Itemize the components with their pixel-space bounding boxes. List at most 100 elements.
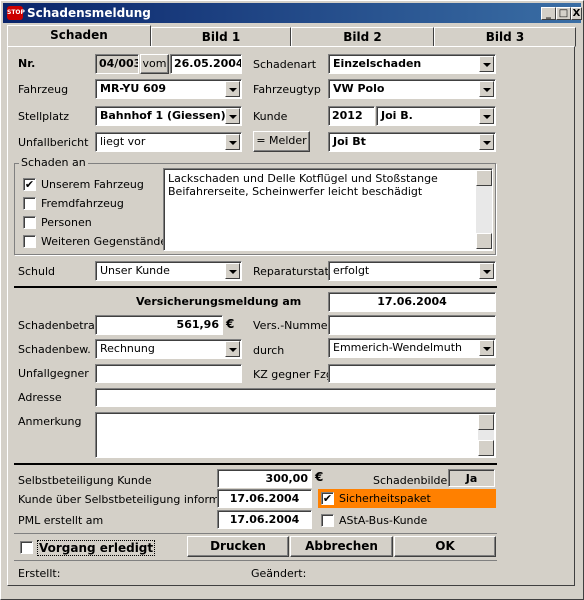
checkbox-vorgang-erledigt[interactable] <box>20 541 33 554</box>
separator-2 <box>14 463 497 465</box>
scroll-up-icon <box>478 414 494 430</box>
nr-field: 04/003 <box>95 54 139 74</box>
versnr-field[interactable] <box>328 315 496 335</box>
close-button[interactable]: X <box>571 7 582 20</box>
pml-label: PML erstellt am <box>18 514 104 527</box>
fahrzeugtyp-label: Fahrzeugtyp <box>253 83 321 96</box>
schadenbilder-label: Schadenbilder <box>373 474 452 487</box>
schuld-label: Schuld <box>18 265 56 278</box>
checkbox-unserem-fahrzeug[interactable]: ✔ <box>23 178 36 191</box>
sicherheitspaket-label: Sicherheitspaket <box>339 492 431 505</box>
anmerkung-label: Anmerkung <box>18 415 82 428</box>
personen-label: Personen <box>41 216 92 229</box>
schadenbilder-field: Ja <box>448 469 495 487</box>
unfallgegner-field[interactable] <box>95 364 242 383</box>
currency-label-2: € <box>315 470 324 484</box>
checkbox-asta[interactable] <box>321 514 334 527</box>
chevron-down-icon <box>225 81 240 97</box>
checkbox-fremdfahrzeug[interactable] <box>23 197 36 210</box>
schuld-select[interactable]: Unser Kunde <box>95 261 242 281</box>
minimize-button[interactable]: _ <box>541 7 556 20</box>
kunde-name-select[interactable]: Joi B. <box>376 106 496 126</box>
separator-3 <box>14 533 497 534</box>
unserem-fahrzeug-label: Unserem Fahrzeug <box>41 178 144 191</box>
kz-gegner-field[interactable] <box>328 364 496 383</box>
chevron-down-icon <box>479 263 494 279</box>
informiert-date-field[interactable]: 17.06.2004 <box>217 489 312 508</box>
chevron-down-icon <box>225 108 240 124</box>
tab-bild-2[interactable]: Bild 2 <box>291 27 434 47</box>
chevron-down-icon <box>479 108 494 124</box>
chevron-down-icon <box>479 134 494 150</box>
scroll-down-icon <box>476 233 492 249</box>
date-field[interactable]: 26.05.2004 <box>170 54 242 74</box>
chevron-down-icon <box>479 340 494 356</box>
schadenart-label: Schadenart <box>253 58 317 71</box>
schaden-an-label: Schaden an <box>19 156 88 169</box>
description-textarea[interactable]: Lackschaden und Delle Kotflügel und Stoß… <box>163 168 493 251</box>
schadensmeldung-window: STOP Schadensmeldung _ □ X Schaden Bild … <box>0 0 584 600</box>
abbrechen-button[interactable]: Abbrechen <box>290 536 393 557</box>
tab-bild-1[interactable]: Bild 1 <box>151 27 291 47</box>
chevron-down-icon <box>479 81 494 97</box>
versicherung-date-field[interactable]: 17.06.2004 <box>328 292 496 312</box>
anmerkung-scrollbar[interactable] <box>478 414 494 456</box>
reparaturstat-label: Reparaturstat. <box>253 265 333 278</box>
selbstbeteiligung-label: Selbstbeteiligung Kunde <box>18 474 152 487</box>
kunde-nr-field[interactable]: 2012 <box>328 106 375 126</box>
melder-button[interactable]: = Melder <box>253 131 310 152</box>
stellplatz-label: Stellplatz <box>18 110 70 123</box>
kz-gegner-label: KZ gegner Fzg <box>253 368 333 381</box>
scroll-down-icon <box>478 440 494 456</box>
fahrzeug-label: Fahrzeug <box>18 83 69 96</box>
durch-select[interactable]: Emmerich-Wendelmuth <box>328 338 496 358</box>
schadenart-select[interactable]: Einzelschaden <box>328 54 496 74</box>
informiert-label: Kunde über Selbstbeteiligung informiert <box>18 493 239 506</box>
schadenbew-select[interactable]: Rechnung <box>95 339 242 359</box>
selbstbeteiligung-field[interactable]: 300,00 <box>217 469 312 488</box>
schadenbetrag-label: Schadenbetrag <box>18 319 102 332</box>
currency-label: € <box>226 317 235 331</box>
versnr-label: Vers.-Nummer <box>253 319 333 332</box>
anmerkung-textarea[interactable] <box>95 412 496 458</box>
adresse-label: Adresse <box>18 391 62 404</box>
drucken-button[interactable]: Drucken <box>187 536 289 557</box>
erstellt-label: Erstellt: <box>18 567 61 580</box>
melder-select[interactable]: Joi Bt <box>328 132 496 152</box>
description-scrollbar[interactable] <box>476 170 492 249</box>
reparaturstat-select[interactable]: erfolgt <box>328 261 496 281</box>
pml-date-field[interactable]: 17.06.2004 <box>217 510 312 529</box>
stellplatz-select[interactable]: Bahnhof 1 (Giessen) <box>95 106 242 126</box>
chevron-down-icon <box>479 56 494 72</box>
durch-label: durch <box>253 344 285 357</box>
kunde-label: Kunde <box>253 110 288 123</box>
title-bar[interactable]: STOP Schadensmeldung _ □ X <box>3 3 582 23</box>
asta-label: AStA-Bus-Kunde <box>339 514 428 527</box>
separator <box>14 286 497 288</box>
schadenbetrag-field[interactable]: 561,96 <box>95 315 223 335</box>
adresse-field[interactable] <box>95 388 496 407</box>
maximize-button[interactable]: □ <box>556 7 571 20</box>
nr-label: Nr. <box>18 57 36 70</box>
versicherung-label: Versicherungsmeldung am <box>136 295 302 308</box>
checkbox-weitere[interactable] <box>23 235 36 248</box>
window-title: Schadensmeldung <box>27 6 151 20</box>
chevron-down-icon <box>225 263 240 279</box>
vom-button[interactable]: vom <box>140 54 169 74</box>
fahrzeugtyp-select[interactable]: VW Polo <box>328 79 496 99</box>
fahrzeug-select[interactable]: MR-YU 609 <box>95 79 242 99</box>
geaendert-label: Geändert: <box>251 567 307 580</box>
separator-4 <box>14 560 497 561</box>
chevron-down-icon <box>225 341 240 357</box>
ok-button[interactable]: OK <box>394 536 496 557</box>
tab-schaden[interactable]: Schaden <box>7 25 151 47</box>
scroll-up-icon <box>476 170 492 186</box>
checkbox-personen[interactable] <box>23 216 36 229</box>
weitere-gegenstaende-label: Weiteren Gegenständen <box>41 235 175 248</box>
stop-icon: STOP <box>7 6 25 20</box>
unfallbericht-select[interactable]: liegt vor <box>95 132 242 152</box>
unfallgegner-label: Unfallgegner <box>18 367 89 380</box>
schadenbew-label: Schadenbew. <box>18 343 91 356</box>
checkbox-sicherheitspaket[interactable]: ✔ <box>321 492 334 505</box>
tab-bild-3[interactable]: Bild 3 <box>434 27 576 47</box>
